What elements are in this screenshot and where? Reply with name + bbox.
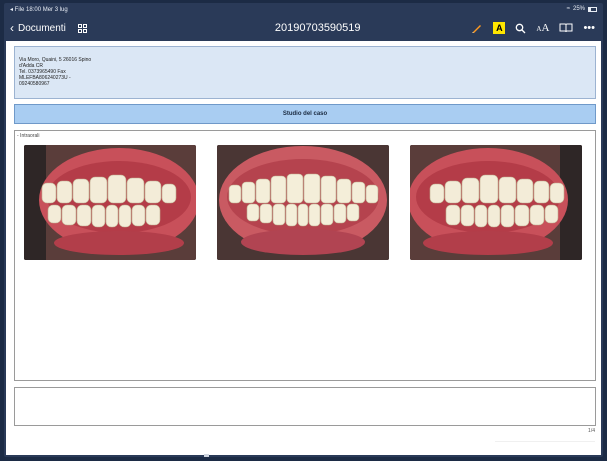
intraoral-photo-left[interactable] (410, 145, 582, 260)
book-icon[interactable] (559, 23, 573, 33)
back-button[interactable]: Documenti (18, 23, 66, 34)
highlight-icon[interactable]: A (493, 22, 506, 34)
panel-label: - Intraorali (17, 133, 40, 139)
status-left-text: ◂ File 18:00 Mer 3 lug (10, 6, 68, 13)
battery-text: 25% (572, 6, 585, 12)
footer-watermark: ————————————————————————— (495, 438, 595, 443)
battery-icon (588, 6, 597, 12)
address-box: Via Moro, Quaini, 5 26016 Spino d'Adda C… (14, 46, 596, 99)
intraoral-photo-right[interactable] (24, 145, 196, 260)
nav-right-tools: A AA ••• (471, 22, 603, 34)
grid-icon[interactable] (77, 23, 87, 33)
scroll-handle[interactable] (204, 454, 209, 457)
page-number: 1/4 (588, 428, 595, 434)
section-title-bar: Studio del caso (14, 104, 596, 124)
document-page: Via Moro, Quaini, 5 26016 Spino d'Adda C… (6, 41, 601, 455)
status-right: ≈ 25% (567, 6, 597, 12)
more-icon[interactable]: ••• (583, 22, 595, 34)
intraoral-panel: - Intraorali (14, 130, 596, 381)
section-title: Studio del caso (282, 111, 328, 117)
pencil-icon[interactable] (471, 22, 483, 34)
navigation-bar: ‹ Documenti 20190703590519 A AA ••• (4, 15, 603, 41)
document-title: 20190703590519 (274, 22, 361, 34)
text-size-icon[interactable]: AA (536, 22, 549, 34)
chevron-left-icon[interactable]: ‹ (10, 22, 14, 34)
search-icon[interactable] (515, 23, 526, 34)
wifi-icon: ≈ (566, 6, 570, 12)
app-window: ◂ File 18:00 Mer 3 lug ≈ 25% ‹ Documenti… (4, 3, 603, 457)
intraoral-photo-front[interactable] (217, 145, 389, 260)
status-bar: ◂ File 18:00 Mer 3 lug ≈ 25% (4, 3, 603, 15)
address-line: 09240580967 (19, 81, 50, 87)
notes-box (14, 387, 596, 426)
